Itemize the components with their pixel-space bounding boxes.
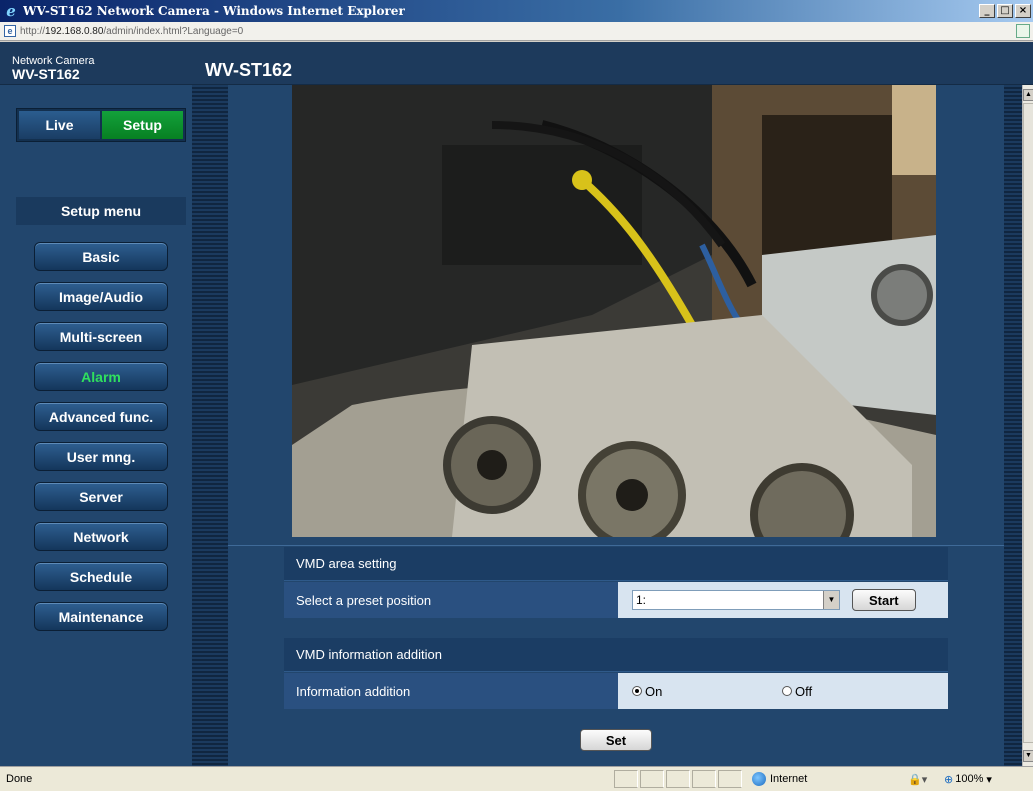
menu-multi-screen-button[interactable]: Multi-screen bbox=[34, 322, 168, 351]
left-stripe-decoration bbox=[192, 85, 228, 766]
menu-basic-button[interactable]: Basic bbox=[34, 242, 168, 271]
status-text: Done bbox=[6, 773, 33, 785]
status-bar: Done Internet 🔒▾ ⊕ 100% ▾ bbox=[0, 766, 1033, 791]
zoom-icon: ⊕ bbox=[944, 772, 954, 786]
status-cell bbox=[692, 770, 716, 788]
setup-menu-title: Setup menu bbox=[16, 197, 186, 225]
address-bar[interactable]: e http://192.168.0.80/admin/index.html?L… bbox=[0, 22, 1033, 41]
zoom-level: 100% bbox=[955, 773, 984, 785]
close-button[interactable]: × bbox=[1015, 4, 1031, 18]
info-addition-radio-group: On Off bbox=[632, 684, 932, 699]
radio-on[interactable]: On bbox=[632, 684, 782, 699]
radio-off[interactable]: Off bbox=[782, 684, 932, 699]
info-addition-row: Information addition On Off bbox=[284, 673, 948, 709]
security-zone[interactable]: Internet bbox=[752, 772, 892, 786]
preset-position-selected: 1: bbox=[636, 593, 647, 607]
camera-video-image[interactable] bbox=[292, 85, 936, 537]
maximize-button[interactable]: □ bbox=[997, 4, 1013, 18]
menu-user-mng-button[interactable]: User mng. bbox=[34, 442, 168, 471]
mode-tabs: Live Setup bbox=[16, 108, 186, 142]
menu-schedule-button[interactable]: Schedule bbox=[34, 562, 168, 591]
preset-position-select[interactable]: 1: ▼ bbox=[632, 590, 840, 610]
status-cell bbox=[718, 770, 742, 788]
page-title: WV-ST162 bbox=[205, 60, 293, 80]
chevron-down-icon[interactable]: ▾ bbox=[983, 773, 992, 786]
radio-off-indicator[interactable] bbox=[782, 686, 792, 696]
menu-alarm-button[interactable]: Alarm bbox=[34, 362, 168, 391]
preset-position-label: Select a preset position bbox=[284, 582, 618, 618]
menu-image-audio-button[interactable]: Image/Audio bbox=[34, 282, 168, 311]
window-title-bar: ℯ WV-ST162 Network Camera - Windows Inte… bbox=[0, 0, 1033, 22]
scroll-up-button[interactable]: ▲ bbox=[1023, 89, 1033, 101]
menu-advanced-func-button[interactable]: Advanced func. bbox=[34, 402, 168, 431]
brand-logo: Network Camera WV-ST162 bbox=[12, 55, 95, 82]
status-cell bbox=[666, 770, 690, 788]
preset-position-value: 1: ▼ Start bbox=[618, 582, 948, 618]
vmd-info-section-title: VMD information addition bbox=[284, 638, 948, 672]
vertical-scrollbar[interactable]: ▲ ▼ bbox=[1022, 85, 1033, 766]
set-button[interactable]: Set bbox=[580, 729, 652, 751]
info-addition-label: Information addition bbox=[284, 673, 618, 709]
window-title: WV-ST162 Network Camera - Windows Intern… bbox=[23, 4, 405, 18]
minimize-button[interactable]: _ bbox=[979, 4, 995, 18]
setup-menu: Basic Image/Audio Multi-screen Alarm Adv… bbox=[34, 242, 168, 642]
tab-setup[interactable]: Setup bbox=[102, 111, 183, 139]
menu-maintenance-button[interactable]: Maintenance bbox=[34, 602, 168, 631]
vmd-area-section-title: VMD area setting bbox=[284, 547, 948, 581]
menu-network-button[interactable]: Network bbox=[34, 522, 168, 551]
ie-icon: ℯ bbox=[6, 2, 16, 20]
scroll-thumb[interactable] bbox=[1023, 103, 1033, 743]
status-cells bbox=[612, 770, 742, 788]
tab-live[interactable]: Live bbox=[19, 111, 100, 139]
url-text[interactable]: http://192.168.0.80/admin/index.html?Lan… bbox=[20, 26, 243, 37]
camera-web-page: Network Camera WV-ST162 WV-ST162 Live Se… bbox=[0, 42, 1033, 766]
scroll-down-button[interactable]: ▼ bbox=[1023, 750, 1033, 762]
preset-position-row: Select a preset position 1: ▼ Start bbox=[284, 582, 948, 618]
right-stripe-decoration bbox=[1004, 85, 1022, 766]
start-button[interactable]: Start bbox=[852, 589, 916, 611]
menu-server-button[interactable]: Server bbox=[34, 482, 168, 511]
lock-icon[interactable]: 🔒▾ bbox=[908, 773, 938, 786]
page-icon: e bbox=[4, 25, 16, 37]
main-content: VMD area setting Select a preset positio… bbox=[228, 85, 1004, 766]
status-cell bbox=[614, 770, 638, 788]
compat-view-icon[interactable] bbox=[1016, 24, 1030, 38]
content-divider bbox=[228, 545, 1004, 546]
zone-label: Internet bbox=[770, 773, 808, 785]
camera-scene-graphic bbox=[292, 85, 936, 537]
globe-icon bbox=[752, 772, 766, 786]
dropdown-arrow-icon[interactable]: ▼ bbox=[823, 591, 839, 609]
radio-on-indicator[interactable] bbox=[632, 686, 642, 696]
info-addition-value: On Off bbox=[618, 673, 948, 709]
zoom-control[interactable]: ⊕ 100% ▾ bbox=[944, 773, 992, 786]
status-cell bbox=[640, 770, 664, 788]
